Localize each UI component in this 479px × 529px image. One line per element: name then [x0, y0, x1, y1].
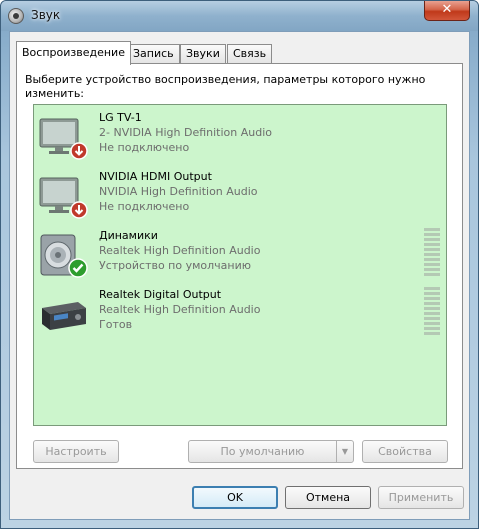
device-description: NVIDIA High Definition Audio	[99, 185, 258, 198]
chevron-down-icon[interactable]: ▼	[336, 441, 353, 462]
device-description: Realtek High Definition Audio	[99, 244, 261, 257]
device-status: Не подключено	[99, 141, 190, 154]
set-default-label: По умолчанию	[220, 445, 305, 458]
device-item-lg-tv[interactable]: LG TV-1 2- NVIDIA High Definition Audio …	[34, 109, 446, 167]
device-item-digital-output[interactable]: Realtek Digital Output Realtek High Defi…	[34, 286, 446, 344]
window-title: Звук	[31, 8, 61, 22]
close-button[interactable]: ✕	[424, 1, 470, 21]
set-default-button[interactable]: По умолчанию ▼	[188, 440, 354, 463]
tab-recording[interactable]: Запись	[127, 44, 180, 64]
properties-button[interactable]: Свойства	[362, 440, 448, 463]
device-description: Realtek High Definition Audio	[99, 303, 261, 316]
ok-button[interactable]: OK	[192, 486, 278, 509]
tab-playback[interactable]: Воспроизведение	[16, 41, 131, 65]
title-bar[interactable]: Звук ✕	[1, 1, 478, 31]
device-status: Готов	[99, 318, 133, 331]
device-name: LG TV-1	[99, 111, 142, 124]
volume-meter	[424, 287, 440, 335]
device-name: Динамики	[99, 229, 158, 242]
receiver-icon	[42, 302, 86, 330]
monitor-icon	[39, 177, 88, 219]
tab-communications[interactable]: Связь	[227, 44, 273, 64]
instruction-text: Выберите устройство воспроизведения, пар…	[25, 73, 426, 100]
volume-meter	[424, 228, 440, 276]
monitor-icon	[39, 118, 88, 160]
device-status: Не подключено	[99, 200, 190, 213]
device-status: Устройство по умолчанию	[99, 259, 252, 272]
speaker-icon	[40, 234, 88, 278]
device-name: NVIDIA HDMI Output	[99, 170, 212, 183]
device-item-speakers[interactable]: Динамики Realtek High Definition Audio У…	[34, 227, 446, 285]
cancel-button[interactable]: Отмена	[285, 486, 371, 509]
configure-button[interactable]: Настроить	[33, 440, 119, 463]
device-name: Realtek Digital Output	[99, 288, 222, 301]
device-list[interactable]: LG TV-1 2- NVIDIA High Definition Audio …	[33, 104, 447, 426]
device-item-nvidia-hdmi[interactable]: NVIDIA HDMI Output NVIDIA High Definitio…	[34, 168, 446, 226]
device-description: 2- NVIDIA High Definition Audio	[99, 126, 273, 139]
sound-dialog: Звук ✕ Воспроизведение Запись Звуки Связ…	[0, 0, 479, 529]
apply-button[interactable]: Применить	[378, 486, 464, 509]
speaker-app-icon	[8, 8, 24, 24]
tab-sounds[interactable]: Звуки	[180, 44, 226, 64]
dialog-client-area: Воспроизведение Запись Звуки Связь Выбер…	[9, 31, 470, 520]
